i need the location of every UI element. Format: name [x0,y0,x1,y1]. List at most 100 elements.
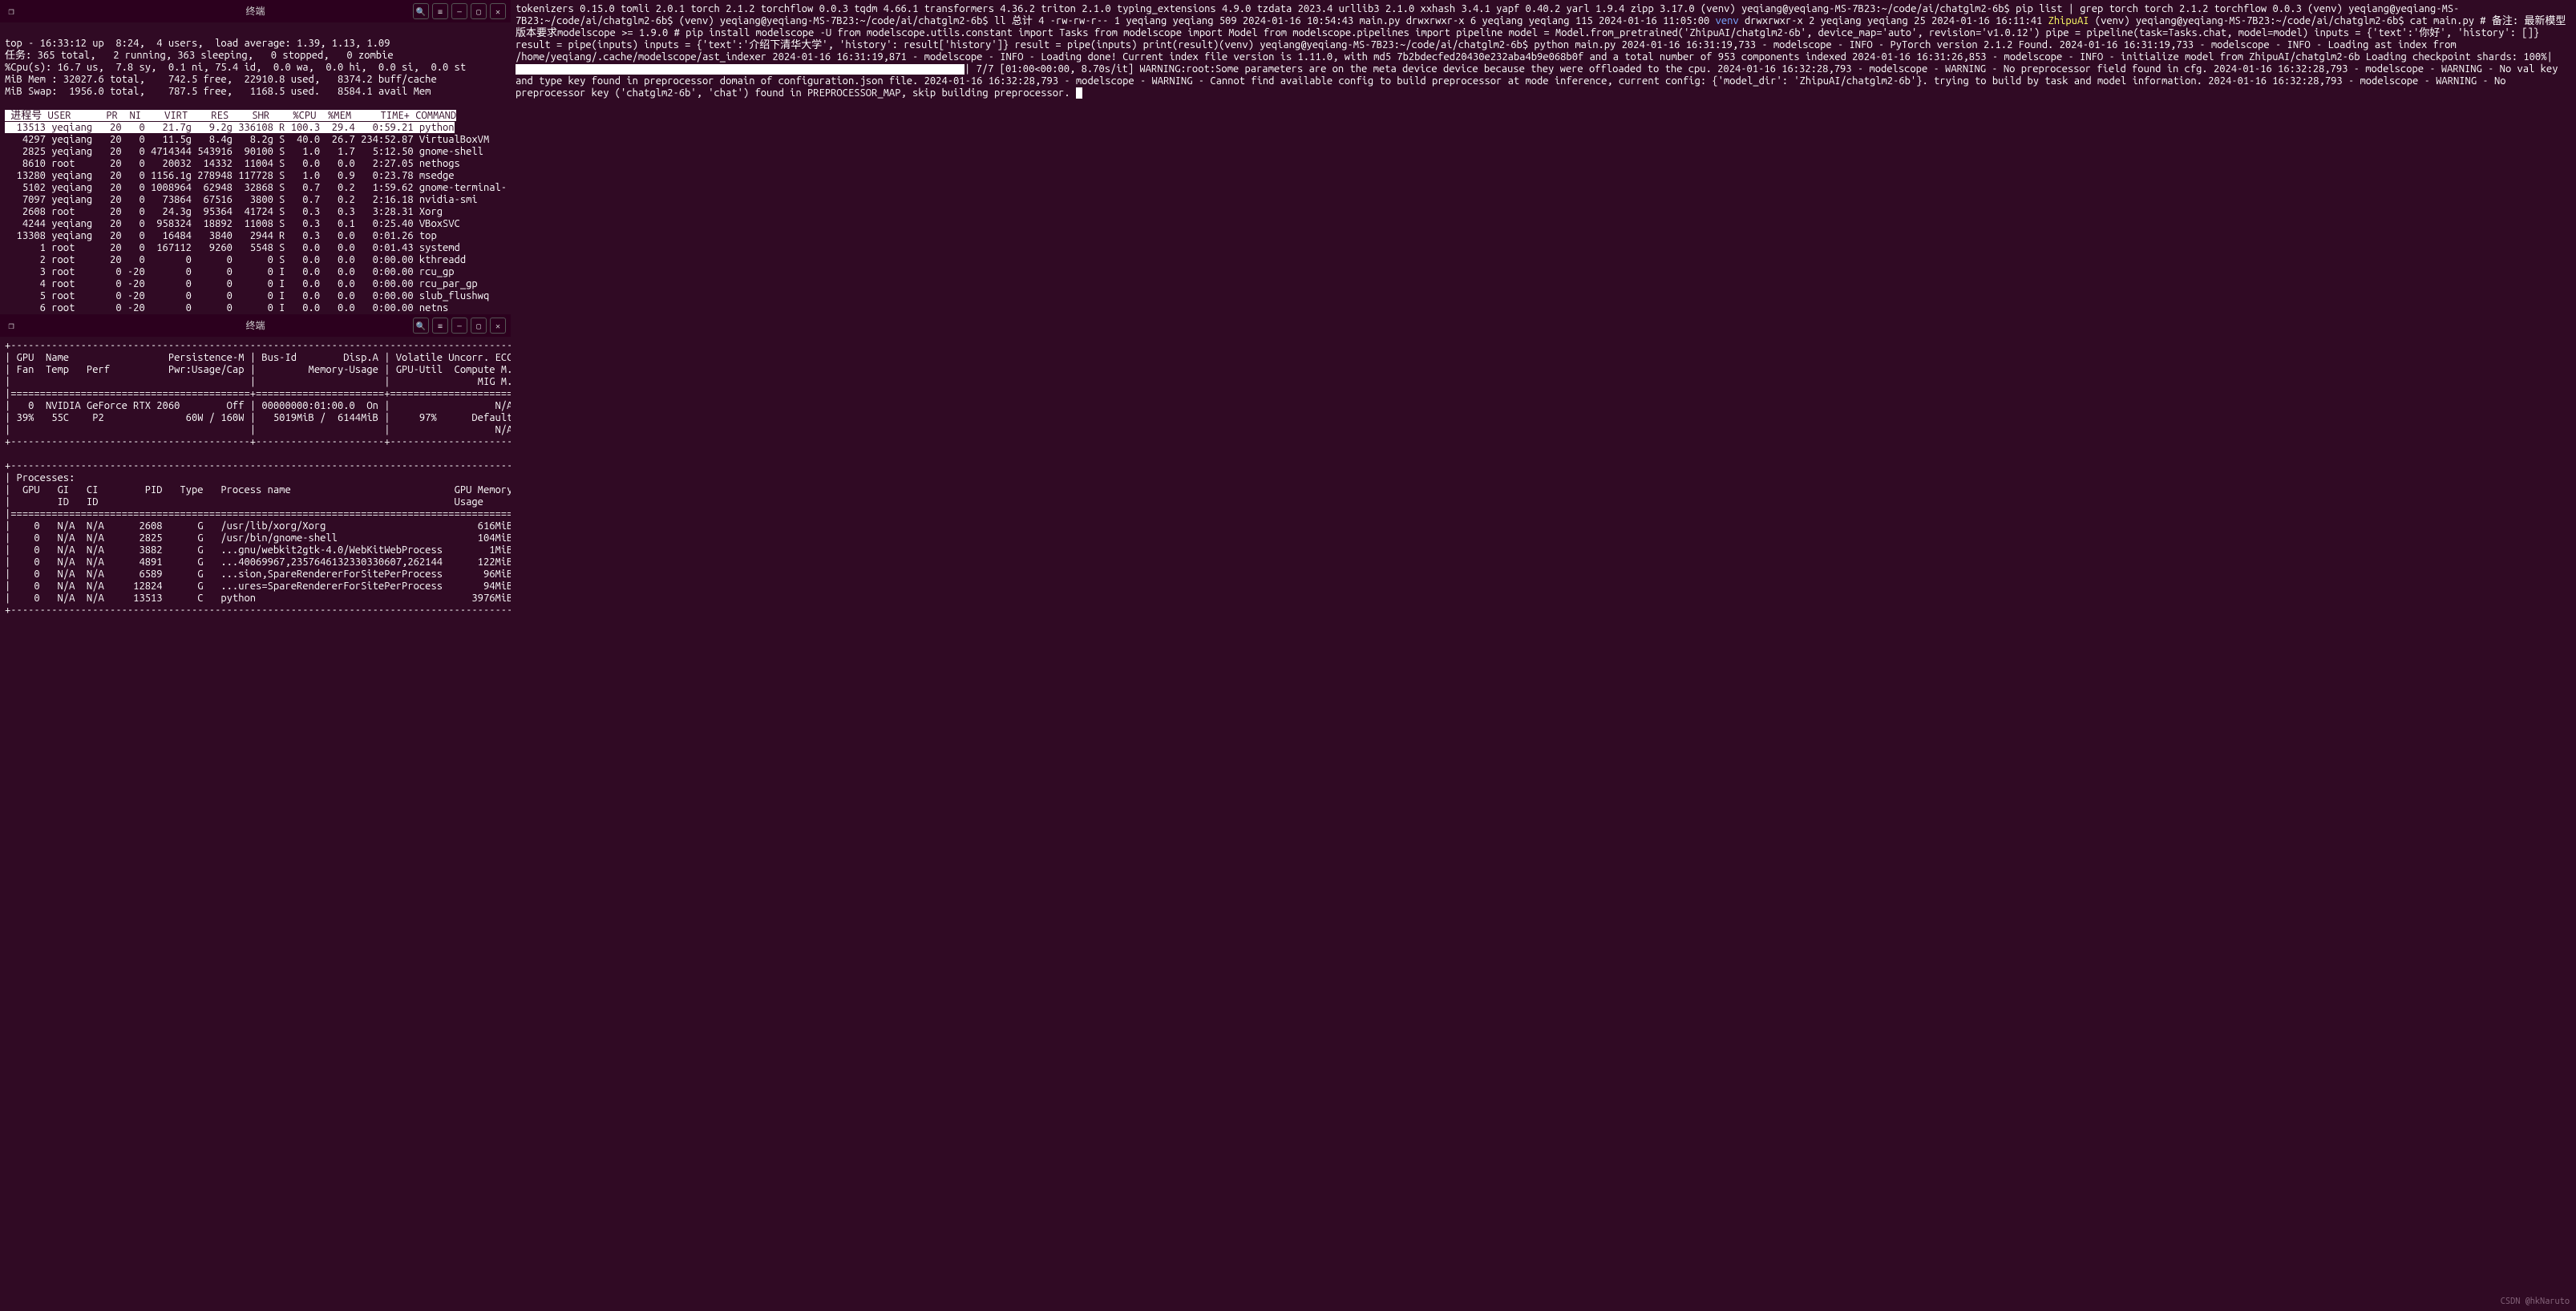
code-line: pipe = pipeline(task=Tasks.chat, model=m… [2045,27,2308,38]
top-cpu: %Cpu(s): 16.7 us, 7.8 sy, 0.1 ni, 75.4 i… [5,62,466,73]
ll-row: -rw-rw-r-- 1 yeqiang yeqiang 509 2024-01… [1050,15,1401,26]
terminal-icon: ❐ [0,320,22,332]
nvsmi-line: | ID ID Usage | [5,496,511,508]
log-line: WARNING:root:Some parameters are on the … [1139,63,1711,75]
progress-tail: | 7/7 [01:00<00:00, 8.70s/it] [964,63,1134,75]
pip-row: tomli 2.0.1 [621,3,685,14]
pip-row: tzdata 2023.4 [1257,3,1333,14]
top-row: 4 root 0 -20 0 0 0 I 0.0 0.0 0:00.00 rcu… [5,278,478,289]
nvsmi-line: | Fan Temp Perf Pwr:Usage/Cap | Memory-U… [5,364,511,375]
top-summary: top - 16:33:12 up 8:24, 4 users, load av… [5,38,390,49]
pip-row: tqdm 4.66.1 [854,3,918,14]
maximize-button[interactable]: ▢ [471,318,487,334]
nvsmi-line: | 0 N/A N/A 3882 G ...gnu/webkit2gtk-4.0… [5,544,511,556]
maximize-button[interactable]: ▢ [471,3,487,19]
minimize-button[interactable]: — [451,318,467,334]
titlebar-top: ❐ 终端 🔍 ≡ — ▢ ✕ [0,0,511,22]
nvsmi-line: +---------------------------------------… [5,340,511,351]
top-row: 5102 yeqiang 20 0 1008964 62948 32868 S … [5,182,507,193]
pip-row: torchflow 0.0.3 [761,3,848,14]
minimize-button[interactable]: — [451,3,467,19]
top-row: 1 root 20 0 167112 9260 5548 S 0.0 0.0 0… [5,242,460,253]
top-header: 进程号 USER PR NI VIRT RES SHR %CPU %MEM TI… [5,110,456,121]
nvsmi-line: +---------------------------------------… [5,605,511,616]
file-name: ZhipuAI [2048,15,2089,26]
code-line: from modelscope.pipelines import pipelin… [1264,27,1502,38]
menu-icon[interactable]: ≡ [432,3,448,19]
top-row: 13280 yeqiang 20 0 1156.1g 278948 117728… [5,170,455,181]
code-line: inputs = {'text':'你好', 'history': []} [2314,27,2539,38]
menu-icon[interactable]: ≡ [432,318,448,334]
code-line: from modelscope.utils.constant import Ta… [837,27,1088,38]
pip-row: torch 2.1.2 [2144,3,2208,14]
titlebar-bottom: ❐ 终端 🔍 ≡ — ▢ ✕ [0,314,511,337]
code-line: model = Model.from_pretrained('ZhipuAI/c… [1509,27,2040,38]
nvsmi-line: +---------------------------------------… [5,460,511,471]
nvsmi-line: | 0 N/A N/A 12824 G ...ures=SpareRendere… [5,581,511,592]
nvsmi-line: | 0 N/A N/A 4891 G ...40069967,235764613… [5,556,511,568]
file-name: main.py [1360,15,1401,26]
log-line: 2024-01-16 16:32:28,793 - modelscope - W… [1717,63,2208,75]
nvsmi-line: | 0 N/A N/A 13513 C python 3976MiB | [5,593,511,604]
pip-row: zipp 3.17.0 [1631,3,1695,14]
top-row: 4244 yeqiang 20 0 958324 18892 11008 S 0… [5,218,460,229]
nvsmi-line: | GPU GI CI PID Type Process name GPU Me… [5,484,511,496]
top-pane[interactable]: top - 16:33:12 up 8:24, 4 users, load av… [0,22,511,314]
top-row: 13308 yeqiang 20 0 16484 3840 2944 R 0.3… [5,230,437,241]
nvsmi-line: |=======================================… [5,388,511,399]
pip-grep-cmd: (venv) yeqiang@yeqiang-MS-7B23:~/code/ai… [1700,3,2138,14]
close-button[interactable]: ✕ [490,318,506,334]
nvsmi-line: +---------------------------------------… [5,436,511,447]
close-button[interactable]: ✕ [490,3,506,19]
search-icon[interactable]: 🔍 [413,3,429,19]
pip-row: triton 2.1.0 [1041,3,1110,14]
top-row: 2825 yeqiang 20 0 4714344 543916 90100 S… [5,146,483,157]
log-line: 2024-01-16 16:32:28,793 - modelscope - W… [924,75,2202,87]
ll-row: drwxrwxr-x 2 yeqiang yeqiang 25 2024-01-… [1745,15,2089,26]
terminal-icon: ❐ [0,6,22,18]
nvidia-smi-pane[interactable]: +---------------------------------------… [0,337,511,1311]
nvsmi-line: | 0 N/A N/A 2825 G /usr/bin/gnome-shell … [5,532,511,544]
top-row: 6 root 0 -20 0 0 0 I 0.0 0.0 0:00.00 net… [5,302,448,314]
code-line: result = pipe(inputs) [1014,39,1137,51]
progress-bar [516,64,964,75]
comment-line: # pip install modelscope -U [674,27,832,38]
pip-row: tokenizers 0.15.0 [516,3,615,14]
log-line: 2024-01-16 16:31:26,853 - modelscope - I… [1852,51,2360,63]
log-line: 2024-01-16 16:31:19,733 - modelscope - I… [1622,39,2054,51]
code-line: inputs = {'text':'介绍下清华大学', 'history': r… [644,39,1009,51]
code-line: from modelscope import Model [1094,27,1258,38]
pip-row: torch 2.1.2 [690,3,754,14]
cat-cmd: (venv) yeqiang@yeqiang-MS-7B23:~/code/ai… [2095,15,2474,26]
search-icon[interactable]: 🔍 [413,318,429,334]
nvsmi-line: | 0 N/A N/A 6589 G ...sion,SpareRenderer… [5,569,511,580]
pip-row: typing_extensions 4.9.0 [1117,3,1251,14]
ll-row: drwxrwxr-x 6 yeqiang yeqiang 115 2024-01… [1406,15,1739,26]
pip-row: urllib3 2.1.0 [1339,3,1415,14]
right-terminal[interactable]: tokenizers 0.15.0 tomli 2.0.1 torch 2.1.… [511,0,2576,1311]
nvsmi-line: |=======================================… [5,508,511,520]
ll-total: 总计 4 [1012,15,1045,26]
pip-row: yapf 0.40.2 [1496,3,1560,14]
top-row: 3 root 0 -20 0 0 0 I 0.0 0.0 0:00.00 rcu… [5,266,455,277]
cursor [1076,87,1082,99]
pip-row: xxhash 3.4.1 [1421,3,1490,14]
run-cmd: (venv) yeqiang@yeqiang-MS-7B23:~/code/ai… [1219,39,1616,51]
log-line: 2024-01-16 16:31:19,871 - modelscope - I… [772,51,1846,63]
code-line: result = pipe(inputs) [516,39,638,51]
top-row: 7097 yeqiang 20 0 73864 67516 3800 S 0.7… [5,194,478,205]
code-line: print(result) [1143,39,1219,51]
pip-row: yarl 1.9.4 [1567,3,1625,14]
top-row: 2608 root 20 0 24.3g 95364 41724 S 0.3 0… [5,206,443,217]
top-row: 5 root 0 -20 0 0 0 I 0.0 0.0 0:00.00 slu… [5,290,489,301]
top-swap: MiB Swap: 1956.0 total, 787.5 free, 1168… [5,86,431,97]
nvsmi-line: | 0 N/A N/A 2608 G /usr/lib/xorg/Xorg 61… [5,520,511,532]
nvsmi-line: | | | MIG M. | [5,376,511,387]
top-row: 2 root 20 0 0 0 0 S 0.0 0.0 0:00.00 kthr… [5,254,466,265]
nvsmi-line: | GPU Name Persistence-M | Bus-Id Disp.A… [5,352,511,363]
nvsmi-line: | 39% 55C P2 60W / 160W | 5019MiB / 6144… [5,412,511,423]
progress-label: Loading checkpoint shards: 100%| [2366,51,2553,63]
top-row: 13513 yeqiang 20 0 21.7g 9.2g 336108 R 1… [5,122,455,133]
top-row: 4297 yeqiang 20 0 11.5g 8.4g 8.2g S 40.0… [5,134,489,145]
ll-cmd: (venv) yeqiang@yeqiang-MS-7B23:~/code/ai… [679,15,1006,26]
